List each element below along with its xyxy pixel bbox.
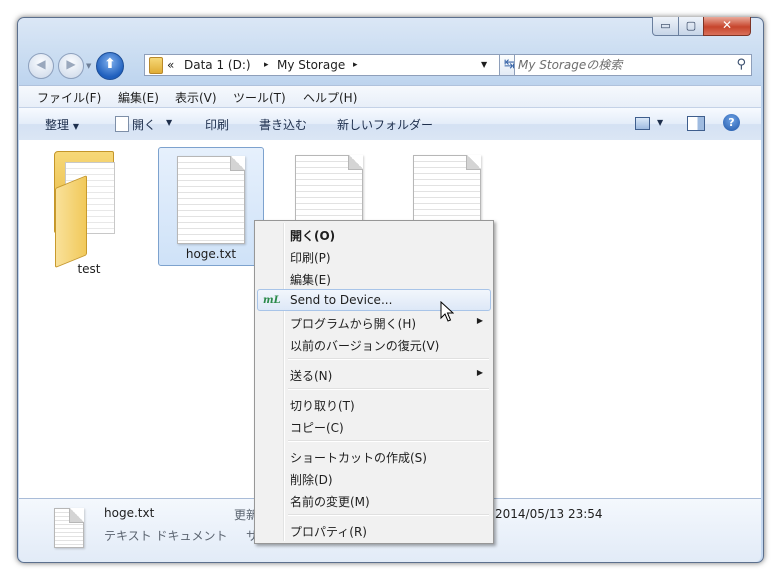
menu-item-label: 削除(D) (290, 473, 333, 487)
maximize-icon: ▢ (685, 19, 697, 32)
menu-item-label: コピー(C) (290, 421, 344, 435)
command-bar: 整理 ▼ 開く ▼ 印刷 書き込む 新しいフォルダー ▼ ? (19, 107, 761, 141)
ctx-edit[interactable]: 編集(E) (257, 267, 491, 289)
menu-item-label: 開く(O) (290, 229, 336, 243)
preview-pane-icon[interactable] (687, 116, 705, 131)
burn-button[interactable]: 書き込む (259, 116, 307, 133)
organize-button[interactable]: 整理 ▼ (45, 116, 79, 133)
ctx-properties[interactable]: プロパティ(R) (257, 519, 491, 541)
ctx-delete[interactable]: 削除(D) (257, 467, 491, 489)
menu-separator (288, 440, 489, 442)
menu-separator (288, 514, 489, 516)
menu-item-label: ショートカットの作成(S) (290, 451, 427, 465)
text-file-icon (54, 508, 84, 548)
details-filename: hoge.txt (104, 506, 155, 520)
menu-item-label: プログラムから開く(H) (290, 317, 417, 331)
folder-icon (149, 57, 163, 74)
ctx-restore-previous[interactable]: 以前のバージョンの復元(V) (257, 333, 491, 355)
new-folder-button[interactable]: 新しいフォルダー (337, 116, 433, 133)
up-arrow-icon: ⬆ (104, 56, 116, 72)
ctx-cut[interactable]: 切り取り(T) (257, 393, 491, 415)
print-button[interactable]: 印刷 (205, 116, 229, 133)
ctx-copy[interactable]: コピー(C) (257, 415, 491, 437)
details-filetype: テキスト ドキュメント (104, 529, 228, 543)
back-arrow-icon: ◀ (36, 57, 46, 71)
item-label: test (77, 262, 101, 276)
menu-separator (288, 358, 489, 360)
organize-label: 整理 (45, 118, 70, 132)
menu-item-label: 送る(N) (290, 369, 333, 383)
view-dropdown-icon[interactable]: ▼ (657, 118, 663, 127)
minimize-icon: ▭ (660, 19, 671, 32)
search-box[interactable]: ⚲ (514, 54, 752, 76)
menu-separator (288, 388, 489, 390)
notepad-icon (115, 116, 129, 132)
breadcrumb-data1[interactable]: Data 1 (D:) (184, 58, 251, 72)
menu-view[interactable]: 表示(V) (175, 89, 217, 106)
organize-dropdown-icon: ▼ (72, 122, 79, 131)
menu-item-label: 印刷(P) (290, 251, 331, 265)
submenu-arrow-icon: ▶ (476, 316, 483, 325)
menu-help[interactable]: ヘルプ(H) (303, 89, 357, 106)
mouse-cursor-icon (440, 301, 454, 322)
menu-bar: ファイル(F) 編集(E) 表示(V) ツール(T) ヘルプ(H) (19, 85, 761, 108)
search-icon[interactable]: ⚲ (736, 57, 746, 72)
text-file-icon (177, 156, 245, 244)
back-button[interactable]: ◀ (28, 53, 54, 79)
menu-file[interactable]: ファイル(F) (37, 89, 101, 106)
search-input[interactable] (518, 57, 728, 73)
address-overflow[interactable]: « (167, 58, 174, 72)
minimize-button[interactable]: ▭ (652, 17, 679, 36)
send-to-device-icon: mL (263, 295, 281, 306)
address-dropdown-icon[interactable]: ▼ (481, 60, 487, 69)
recent-pages-dropdown[interactable]: ▼ (86, 62, 91, 70)
open-button[interactable]: 開く (132, 116, 156, 133)
view-options-icon[interactable] (635, 117, 650, 130)
menu-item-label: プロパティ(R) (290, 525, 367, 539)
ctx-send-to[interactable]: 送る(N) ▶ (257, 363, 491, 385)
ctx-open-with[interactable]: プログラムから開く(H) ▶ (257, 311, 491, 333)
menu-item-label: 編集(E) (290, 273, 331, 287)
ctx-create-shortcut[interactable]: ショートカットの作成(S) (257, 445, 491, 467)
close-icon: ✕ (721, 18, 733, 32)
menu-edit[interactable]: 編集(E) (118, 89, 159, 106)
menu-item-label: 以前のバージョンの復元(V) (290, 339, 440, 353)
details-date: 2014/05/13 23:54 (495, 507, 603, 521)
address-bar[interactable]: « Data 1 (D:) ▸ My Storage ▸ ▼ (144, 54, 500, 76)
help-icon[interactable]: ? (723, 114, 740, 131)
close-button[interactable]: ✕ (703, 17, 751, 36)
menu-tools[interactable]: ツール(T) (233, 89, 286, 106)
breadcrumb-chevron-icon[interactable]: ▸ (264, 60, 269, 70)
item-label: hoge.txt (185, 247, 237, 261)
menu-item-label: 切り取り(T) (290, 399, 355, 413)
breadcrumb-my-storage[interactable]: My Storage (277, 58, 345, 72)
ctx-rename[interactable]: 名前の変更(M) (257, 489, 491, 511)
folder-item-test[interactable]: test (39, 148, 139, 280)
menu-item-label: Send to Device... (290, 293, 393, 307)
forward-button[interactable]: ▶ (58, 53, 84, 79)
ctx-print[interactable]: 印刷(P) (257, 245, 491, 267)
context-menu: 開く(O) 印刷(P) 編集(E) mL Send to Device... プ… (254, 220, 494, 544)
submenu-arrow-icon: ▶ (476, 368, 483, 377)
scroll-gutter (753, 140, 761, 498)
folder-flap (55, 175, 87, 268)
ctx-send-to-device[interactable]: mL Send to Device... (257, 289, 491, 311)
file-item-hoge-txt[interactable]: hoge.txt (158, 147, 264, 266)
open-dropdown-icon[interactable]: ▼ (166, 118, 172, 127)
up-button[interactable]: ⬆ (96, 52, 124, 80)
maximize-button[interactable]: ▢ (678, 17, 704, 36)
breadcrumb-chevron-icon[interactable]: ▸ (353, 60, 358, 70)
menu-item-label: 名前の変更(M) (290, 495, 370, 509)
ctx-open[interactable]: 開く(O) (257, 223, 491, 245)
forward-arrow-icon: ▶ (66, 57, 76, 71)
